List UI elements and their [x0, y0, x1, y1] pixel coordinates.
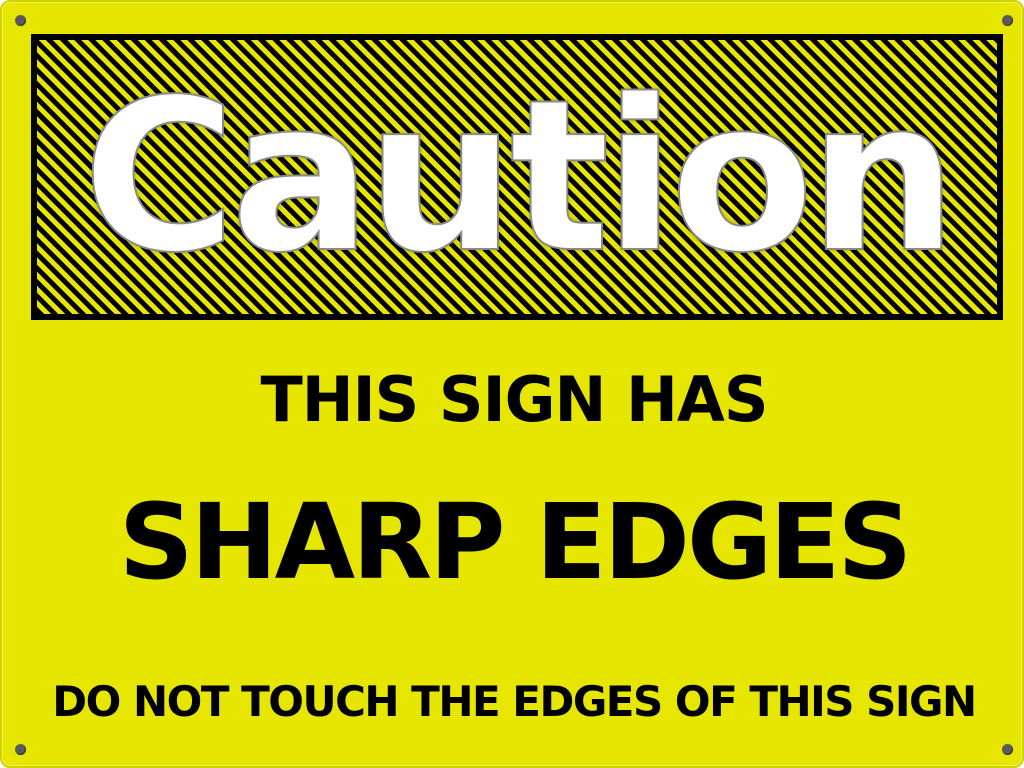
screw-top-right	[1002, 15, 1013, 26]
sign-line-do-not-touch: DO NOT TOUCH THE EDGES OF THIS SIGN	[52, 677, 977, 726]
screw-top-left	[15, 15, 26, 26]
caution-header: Caution	[81, 53, 958, 300]
screw-bottom-left	[15, 744, 26, 755]
sign-line-this-sign-has: THIS SIGN HAS	[260, 363, 768, 436]
caution-sign: Caution THIS SIGN HAS SHARP EDGES DO NOT…	[0, 0, 1024, 768]
sign-line-sharp-edges: SHARP EDGES	[118, 481, 913, 603]
hazard-stripe-banner: Caution	[31, 34, 1003, 320]
screw-bottom-right	[1002, 744, 1013, 755]
